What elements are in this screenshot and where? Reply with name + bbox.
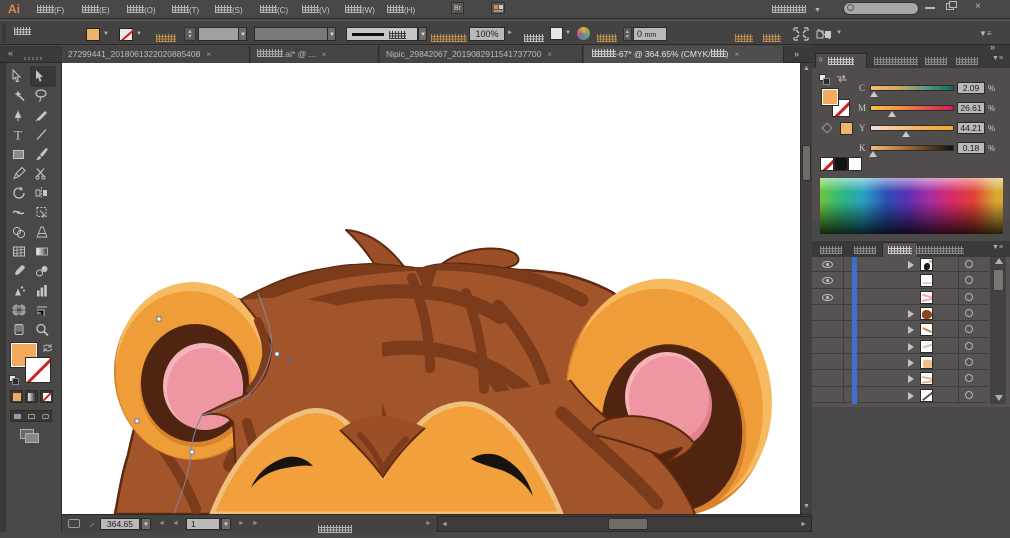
svg-text:T: T bbox=[14, 128, 22, 143]
